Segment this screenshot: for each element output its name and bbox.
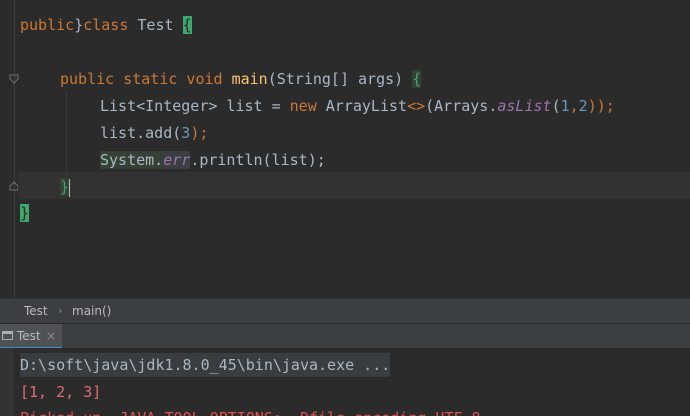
console-command-line: D:\soft\java\jdk1.8.0_45\bin\java.exe ..…	[20, 353, 391, 377]
err-field: err	[163, 151, 191, 169]
close-parens: ));	[587, 97, 615, 115]
text-caret	[69, 178, 71, 197]
list-type: List	[100, 97, 137, 115]
editor-gutter	[0, 0, 18, 298]
class-open-brace: {	[182, 16, 192, 34]
run-tool-window-tabs: Test ×	[0, 323, 690, 349]
list-add-call: list.add(	[100, 124, 182, 142]
code-line-method-close: }	[60, 174, 71, 200]
console-window-icon	[2, 331, 13, 340]
class-close-brace: }	[20, 204, 30, 222]
number-3: 3	[181, 124, 191, 142]
class-name: Test	[137, 16, 174, 34]
method-open-brace: {	[412, 70, 422, 88]
list-generic: <Integer>	[136, 97, 218, 115]
method-params: (String[] args)	[267, 70, 404, 88]
system-ref: System.err	[100, 151, 191, 169]
breadcrumb: Test › main()	[0, 298, 690, 323]
code-line-list-decl: List<Integer> list = new ArrayList<>(Arr…	[100, 93, 615, 119]
arraylist-ctor: ArrayList	[316, 97, 408, 115]
println-call: .println(list);	[190, 151, 326, 169]
new-keyword: new	[289, 97, 317, 115]
code-line-list-add: list.add(3);	[100, 120, 208, 146]
breadcrumb-item-test[interactable]: Test	[24, 299, 48, 323]
arrays-ref: (Arrays.	[425, 97, 498, 115]
method-close-brace: }	[60, 178, 70, 196]
method-modifiers: public static void	[60, 70, 223, 88]
ide-window: } public class Test { public static void…	[0, 0, 690, 416]
console-output-line: [1, 2, 3]	[20, 383, 102, 401]
list-assign: list =	[217, 97, 290, 115]
code-line-class-decl: public class Test {	[20, 12, 192, 38]
diamond-operator: <>	[407, 97, 426, 115]
tab-run-test[interactable]: Test ×	[0, 324, 62, 349]
run-tab-label: Test	[17, 329, 41, 343]
aslist-method: asList	[497, 97, 552, 115]
breadcrumb-separator: ›	[58, 304, 63, 317]
code-editor[interactable]: } public class Test { public static void…	[0, 0, 690, 298]
code-line-println: System.err.println(list);	[100, 147, 326, 173]
fold-open-icon[interactable]	[9, 74, 19, 84]
code-line-prev-close: }	[20, 0, 83, 34]
breadcrumb-item-main[interactable]: main()	[72, 299, 111, 323]
method-name: main	[231, 70, 268, 88]
number-1: 1	[560, 97, 570, 115]
current-line-highlight	[18, 172, 690, 199]
add-close: );	[190, 124, 209, 142]
console-stderr-line: Picked up _JAVA_TOOL_OPTIONS: -Dfile.enc…	[20, 406, 481, 416]
code-line-method-decl: public static void main(String[] args) {	[60, 66, 422, 92]
indent-guide	[66, 92, 67, 174]
system-class: System.	[100, 151, 164, 169]
close-icon[interactable]: ×	[46, 324, 56, 349]
comma: ,	[569, 97, 579, 115]
args-open: (	[551, 97, 561, 115]
console-gutter	[0, 348, 14, 416]
class-keywords: public class	[20, 16, 129, 34]
run-console[interactable]: D:\soft\java\jdk1.8.0_45\bin\java.exe ..…	[0, 348, 690, 416]
gutter-divider	[14, 0, 15, 298]
code-line-class-close: }	[20, 200, 30, 226]
number-2: 2	[578, 97, 588, 115]
